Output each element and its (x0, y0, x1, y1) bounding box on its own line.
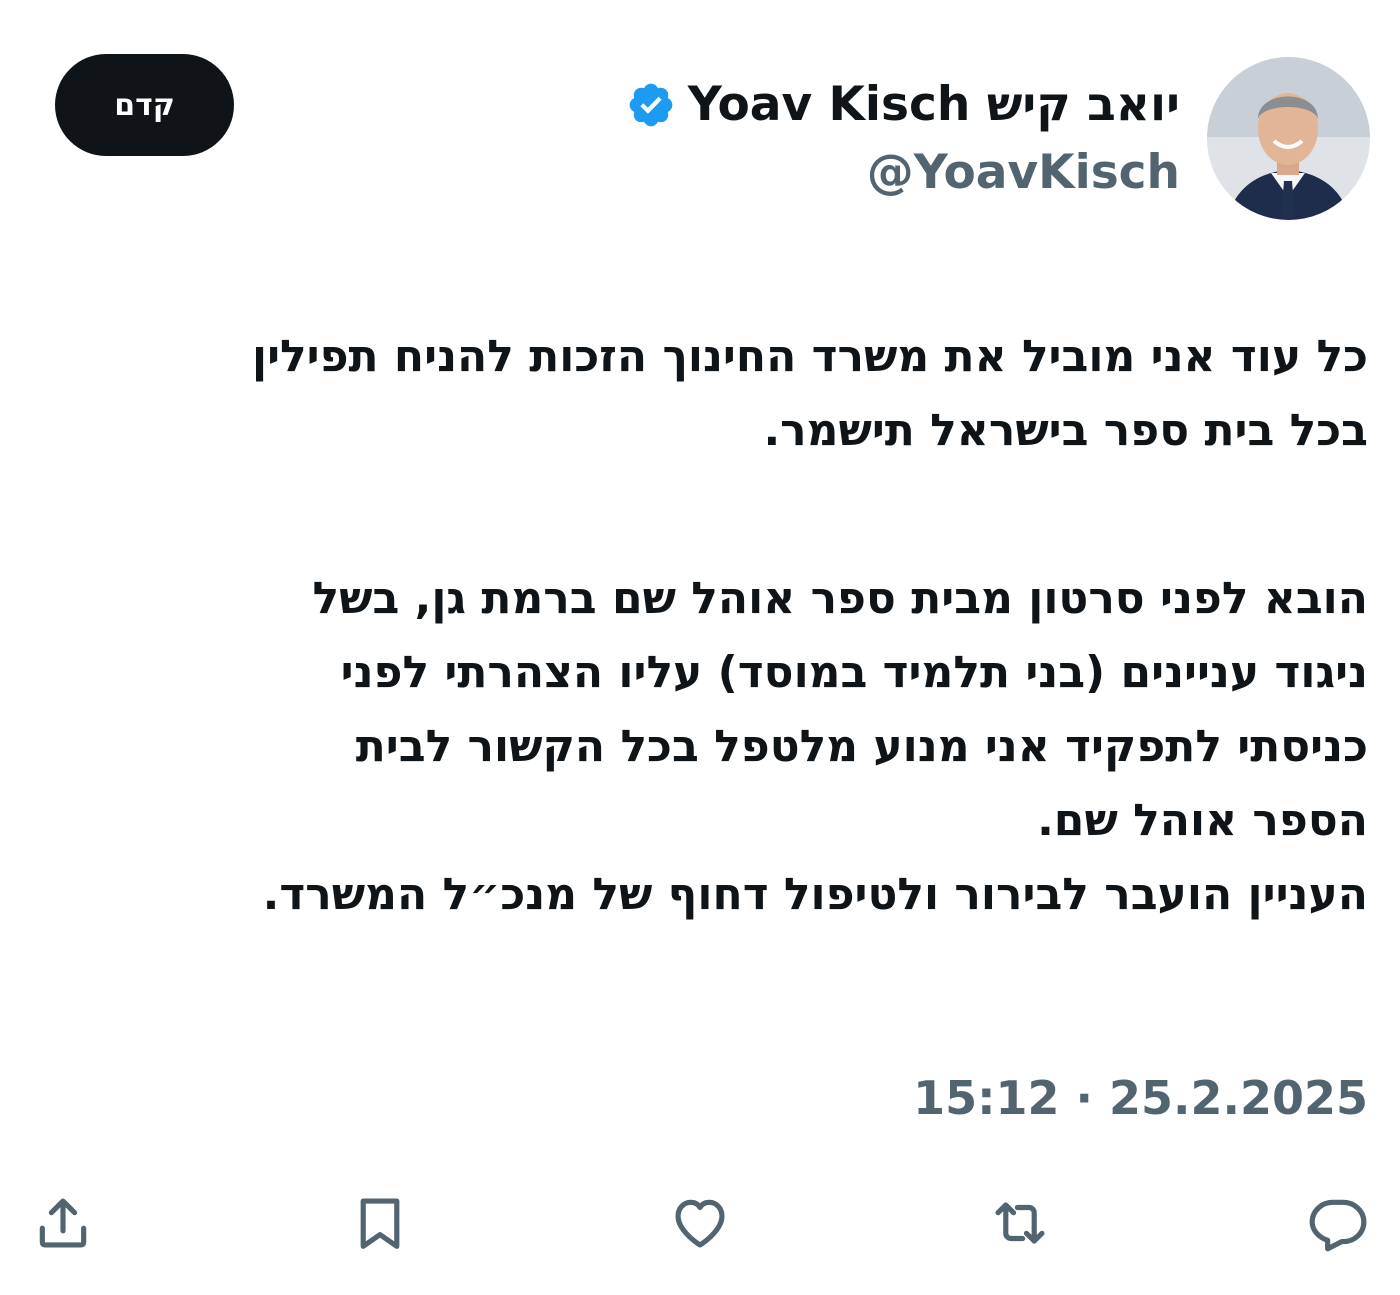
tweet-line: הספר אוהל שם. (1037, 795, 1368, 846)
tweet-line: הובא לפני סרטון מבית ספר אוהל שם ברמת גן… (312, 573, 1368, 624)
tweet-text: כל עוד אני מוביל את משרד החינוך הזכות לה… (30, 320, 1368, 932)
avatar-photo-icon (1207, 57, 1370, 220)
author-name-row: Yoav Kisch יואב קיש (626, 70, 1180, 140)
reply-button[interactable] (1303, 1188, 1373, 1258)
tweet-timestamp[interactable]: 15:12 · 25.2.2025 (913, 1068, 1368, 1128)
author-display-name[interactable]: Yoav Kisch יואב קיש (688, 70, 1180, 140)
retweet-button[interactable] (985, 1188, 1055, 1258)
tweet-line: ניגוד עניינים (בני תלמיד במוסד) עליו הצה… (340, 647, 1368, 698)
tweet-actions-bar (0, 1188, 1400, 1258)
author-handle[interactable]: @YoavKisch (867, 143, 1180, 203)
avatar[interactable] (1207, 57, 1370, 220)
reply-icon (1309, 1199, 1367, 1252)
verified-badge-icon[interactable] (626, 80, 676, 130)
follow-button[interactable]: קדם (55, 54, 234, 156)
bookmark-button[interactable] (345, 1188, 415, 1258)
bookmark-icon (360, 1198, 400, 1249)
retweet-icon (995, 1202, 1045, 1244)
tweet-line: כניסתי לתפקיד אני מנוע מלטפל בכל הקשור ל… (355, 721, 1368, 772)
like-button[interactable] (665, 1188, 735, 1258)
share-button[interactable] (28, 1188, 98, 1258)
tweet-line: כל עוד אני מוביל את משרד החינוך הזכות לה… (251, 331, 1368, 382)
tweet-line: העניין הועבר לבירור ולטיפול דחוף של מנכ״… (262, 869, 1368, 920)
tweet-line: בכל בית ספר בישראל תישמר. (763, 405, 1368, 456)
heart-icon (675, 1199, 725, 1248)
share-icon (39, 1198, 87, 1248)
